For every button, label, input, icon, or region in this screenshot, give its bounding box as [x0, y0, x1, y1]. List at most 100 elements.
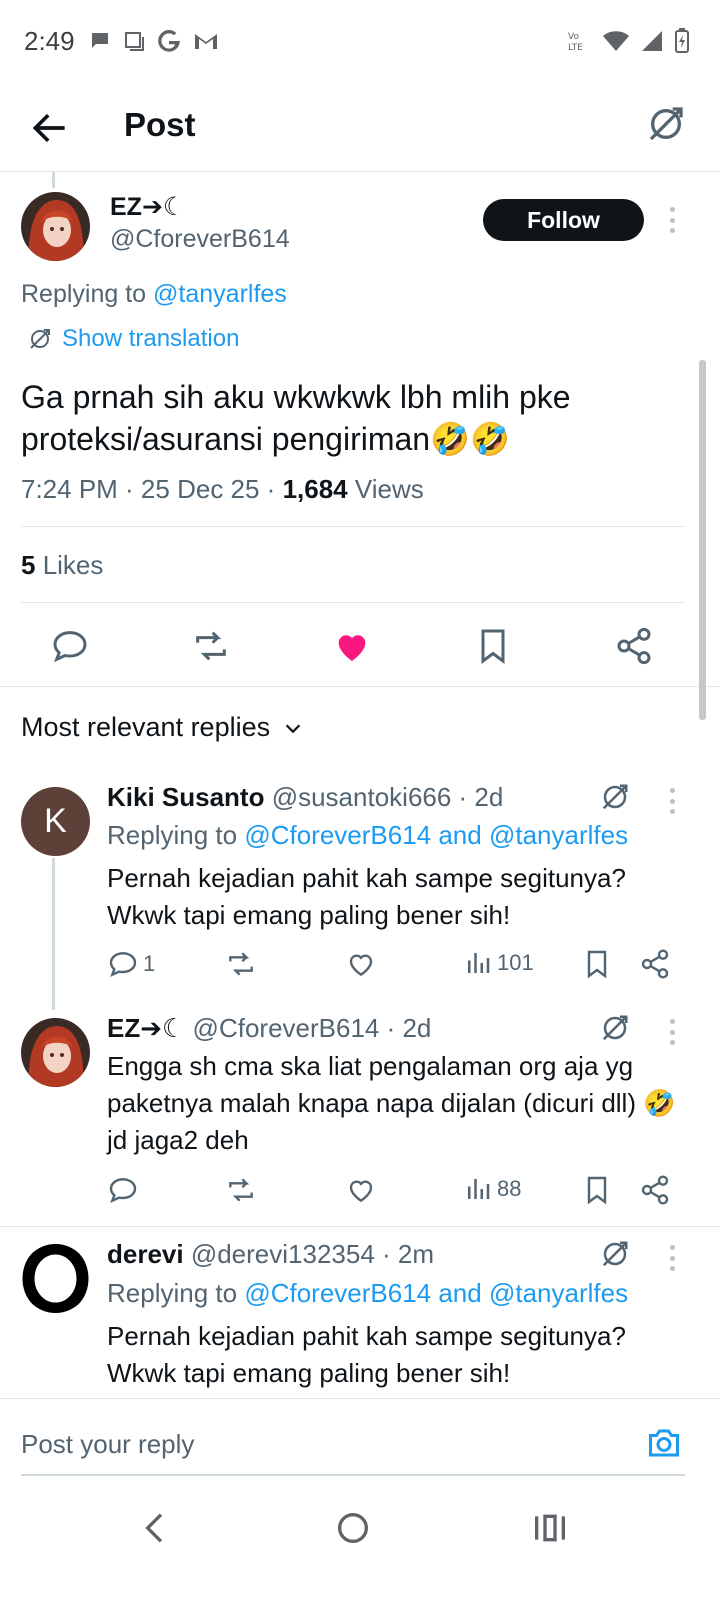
like-heart-icon[interactable]: [332, 626, 372, 666]
like-heart-icon[interactable]: [345, 1174, 377, 1206]
nav-recents-icon[interactable]: [530, 1508, 570, 1548]
thread-line: [52, 172, 55, 188]
replying-mention-link[interactable]: @CforeverB614 and @tanyarlfes: [244, 1278, 628, 1308]
wifi-icon: [603, 31, 629, 51]
notification-icons: [88, 28, 220, 54]
reply-handle-time: @susantoki666 · 2d: [264, 782, 504, 812]
repost-icon[interactable]: [225, 1174, 257, 1206]
replying-to: Replying to @tanyarlfes: [21, 280, 287, 309]
status-time: 2:49: [24, 26, 75, 56]
post-meta: 7:24 PM · 25 Dec 25 · 1,684 Views: [21, 474, 424, 505]
post-text: Ga prnah sih aku wkwkwk lbh mlih pke pro…: [21, 379, 571, 457]
translate-icon[interactable]: [600, 1239, 630, 1269]
avatar[interactable]: K: [21, 787, 90, 856]
chat-bubble-icon: [92, 33, 108, 48]
replying-mention-link[interactable]: @CforeverB614 and @tanyarlfes: [244, 820, 628, 850]
author-name[interactable]: EZ➔☾: [110, 192, 185, 222]
google-icon: [158, 29, 180, 52]
nav-back-icon[interactable]: [136, 1508, 176, 1548]
views-count: 1,684: [282, 474, 348, 504]
chevron-down-icon: [285, 723, 301, 733]
share-icon[interactable]: [639, 948, 671, 980]
translate-icon[interactable]: [600, 782, 630, 812]
show-translation-link[interactable]: Show translation: [28, 325, 239, 353]
reply-author-name[interactable]: derevi: [107, 1239, 184, 1269]
avatar-letter: K: [44, 802, 67, 840]
follow-button[interactable]: Follow: [483, 199, 644, 241]
divider: [0, 686, 720, 687]
square-icon: [125, 32, 144, 51]
like-heart-icon[interactable]: [345, 948, 377, 980]
reply-icon[interactable]: [107, 1174, 139, 1206]
bookmark-icon[interactable]: [473, 626, 513, 666]
sort-label: Most relevant replies: [21, 712, 271, 742]
reply-action-bar: 1 101: [107, 948, 687, 988]
replying-prefix: Replying to: [21, 280, 147, 308]
avatar[interactable]: [21, 192, 90, 261]
svg-text:Vo: Vo: [568, 32, 579, 42]
reply-button[interactable]: 1: [107, 948, 155, 980]
views-button[interactable]: 101: [463, 948, 534, 978]
reply-header: derevi @derevi132354 · 2m: [107, 1239, 434, 1270]
letter-o-logo-icon: [22, 1244, 89, 1313]
likes-count-link[interactable]: 5 Likes: [21, 550, 103, 581]
reply-author-name[interactable]: Kiki Susanto: [107, 782, 264, 812]
profile-photo-icon: [21, 192, 90, 261]
translate-icon[interactable]: [646, 104, 686, 144]
status-bar: 2:49 Vo LTE: [0, 0, 720, 86]
profile-photo-icon: [21, 1018, 90, 1087]
reply-handle-time: @CforeverB614 · 2d: [185, 1013, 432, 1043]
scrollbar[interactable]: [699, 360, 706, 720]
translate-icon[interactable]: [600, 1013, 630, 1043]
reply-header: Kiki Susanto @susantoki666 · 2d: [107, 782, 503, 813]
reply-author-name[interactable]: EZ➔☾: [107, 1013, 185, 1043]
avatar[interactable]: [21, 1244, 90, 1313]
show-translation-label: Show translation: [62, 325, 240, 352]
views-button[interactable]: 88: [463, 1174, 521, 1204]
page-title: Post: [124, 106, 196, 143]
battery-icon: [675, 28, 689, 53]
reply-text: Pernah kejadian pahit kah sampe segituny…: [107, 1321, 626, 1388]
more-options-icon[interactable]: [668, 1019, 676, 1045]
nav-home-icon[interactable]: [333, 1508, 373, 1548]
more-options-icon[interactable]: [668, 788, 676, 814]
reply-handle-time: @derevi132354 · 2m: [183, 1239, 435, 1269]
reply-icon: [109, 952, 137, 977]
back-arrow-icon[interactable]: [28, 106, 72, 150]
bookmark-icon[interactable]: [581, 1174, 613, 1206]
reply-icon[interactable]: [50, 626, 90, 666]
repost-icon[interactable]: [191, 626, 231, 666]
replying-prefix: Replying to: [107, 1278, 245, 1308]
more-options-icon[interactable]: [668, 207, 676, 233]
more-options-icon[interactable]: [668, 1245, 676, 1271]
divider: [21, 602, 685, 603]
post-timestamp[interactable]: 7:24 PM · 25 Dec 25 ·: [21, 474, 283, 504]
svg-text:LTE: LTE: [568, 43, 583, 53]
camera-icon[interactable]: [646, 1425, 682, 1461]
views-label: Views: [347, 474, 424, 504]
reply-composer: Post your reply: [0, 1398, 720, 1476]
replying-mention-link[interactable]: @tanyarlfes: [153, 280, 287, 308]
translate-icon: [30, 329, 50, 349]
system-navigation-bar: [0, 1478, 720, 1600]
share-icon[interactable]: [614, 626, 654, 666]
repost-icon[interactable]: [225, 948, 257, 980]
divider: [0, 1226, 720, 1227]
volte-icon: VoLTE: [568, 32, 583, 53]
bookmark-icon[interactable]: [581, 948, 613, 980]
replying-prefix: Replying to: [107, 820, 245, 850]
sort-replies-dropdown[interactable]: Most relevant replies: [21, 712, 304, 743]
reply-input[interactable]: Post your reply: [21, 1429, 194, 1460]
analytics-bars-icon: [468, 1179, 490, 1199]
input-underline: [21, 1474, 685, 1476]
author-handle[interactable]: @CforeverB614: [110, 225, 290, 254]
avatar[interactable]: [21, 1018, 90, 1087]
replying-to: Replying to @CforeverB614 and @tanyarlfe…: [107, 1278, 628, 1309]
signal-icon: [642, 31, 662, 51]
share-icon[interactable]: [639, 1174, 671, 1206]
reply-action-bar: 88: [107, 1174, 687, 1214]
top-app-bar: Post: [0, 86, 720, 172]
likes-label: Likes: [35, 550, 104, 580]
analytics-bars-icon: [468, 953, 490, 973]
thread-line: [52, 858, 55, 1010]
